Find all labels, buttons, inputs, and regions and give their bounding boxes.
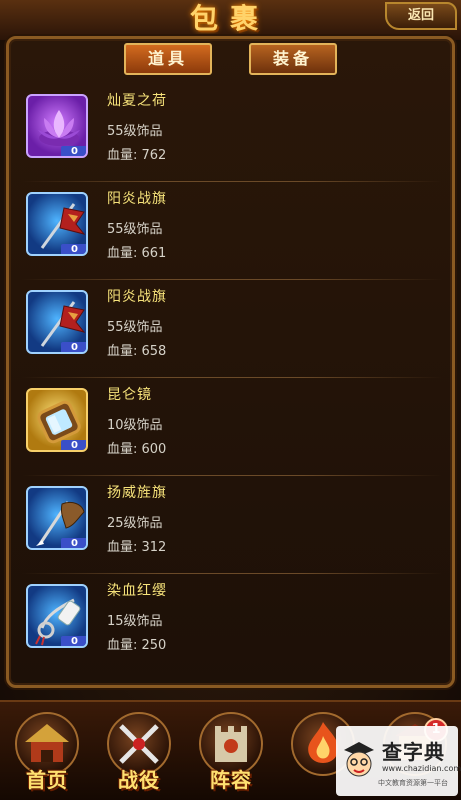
item-count: 0 bbox=[61, 146, 86, 156]
tab-equipment[interactable]: 装备 bbox=[249, 43, 337, 75]
item-count: 0 bbox=[61, 342, 86, 352]
item-hp: 血量: 658 bbox=[107, 344, 167, 359]
item-icon-tile[interactable]: 0 bbox=[26, 584, 88, 648]
item-hp: 血量: 661 bbox=[107, 246, 167, 261]
watermark-title: 查字典 bbox=[382, 740, 445, 764]
item-name: 扬威旌旗 bbox=[107, 485, 167, 501]
divider bbox=[22, 475, 442, 476]
item-level: 55级饰品 bbox=[107, 222, 163, 237]
item-level: 55级饰品 bbox=[107, 124, 163, 139]
item-name: 阳炎战旗 bbox=[107, 289, 167, 305]
item-icon-tile[interactable]: 0 bbox=[26, 192, 88, 256]
item-name: 昆仑镜 bbox=[107, 387, 152, 403]
divider bbox=[22, 279, 442, 280]
nav-lineup-label: 阵容 bbox=[210, 768, 252, 792]
divider bbox=[22, 377, 442, 378]
item-list: 0 灿夏之荷 55级饰品 血量: 762 0 阳炎战旗 55级饰品 血量: 66… bbox=[22, 86, 442, 676]
list-item[interactable]: 0 染血红缨 15级饰品 血量: 250 bbox=[22, 576, 442, 672]
inventory-screen: { "header": { "title": "包裹", "back_label… bbox=[0, 0, 461, 800]
divider bbox=[22, 573, 442, 574]
nav-battle[interactable]: 战役 bbox=[100, 710, 178, 796]
divider bbox=[22, 181, 442, 182]
watermark: 查字典 www.chazidian.com 中文教育资源第一平台 bbox=[336, 726, 461, 796]
item-icon-tile[interactable]: 0 bbox=[26, 290, 88, 354]
page-title: 包裹 bbox=[189, 2, 270, 35]
item-name: 染血红缨 bbox=[107, 583, 167, 599]
item-level: 10级饰品 bbox=[107, 418, 163, 433]
item-name: 阳炎战旗 bbox=[107, 191, 167, 207]
item-count: 0 bbox=[61, 538, 86, 548]
item-icon-tile[interactable]: 0 bbox=[26, 94, 88, 158]
item-count: 0 bbox=[61, 440, 86, 450]
item-name: 灿夏之荷 bbox=[107, 93, 167, 109]
item-count: 0 bbox=[61, 244, 86, 254]
item-hp: 血量: 762 bbox=[107, 148, 167, 163]
list-item[interactable]: 0 扬威旌旗 25级饰品 血量: 312 bbox=[22, 478, 442, 574]
item-hp: 血量: 600 bbox=[107, 442, 167, 457]
item-level: 15级饰品 bbox=[107, 614, 163, 629]
item-hp: 血量: 250 bbox=[107, 638, 167, 653]
item-hp: 血量: 312 bbox=[107, 540, 167, 555]
item-icon-tile[interactable]: 0 bbox=[26, 388, 88, 452]
scholar-face-icon bbox=[344, 742, 374, 777]
list-item[interactable]: 0 阳炎战旗 55级饰品 血量: 658 bbox=[22, 282, 442, 378]
item-level: 55级饰品 bbox=[107, 320, 163, 335]
list-item[interactable]: 0 昆仑镜 10级饰品 血量: 600 bbox=[22, 380, 442, 476]
item-icon-tile[interactable]: 0 bbox=[26, 486, 88, 550]
item-count: 0 bbox=[61, 636, 86, 646]
nav-home-label: 首页 bbox=[26, 768, 68, 792]
item-level: 25级饰品 bbox=[107, 516, 163, 531]
nav-home[interactable]: 首页 bbox=[8, 710, 86, 796]
watermark-url: www.chazidian.com bbox=[382, 764, 461, 773]
back-button[interactable]: 返回 bbox=[385, 2, 457, 30]
list-item[interactable]: 0 灿夏之荷 55级饰品 血量: 762 bbox=[22, 86, 442, 182]
watermark-subtitle: 中文教育资源第一平台 bbox=[378, 779, 448, 787]
nav-lineup[interactable]: 阵容 bbox=[192, 710, 270, 796]
nav-battle-label: 战役 bbox=[118, 768, 160, 792]
list-item[interactable]: 0 阳炎战旗 55级饰品 血量: 661 bbox=[22, 184, 442, 280]
tab-items[interactable]: 道具 bbox=[124, 43, 212, 75]
